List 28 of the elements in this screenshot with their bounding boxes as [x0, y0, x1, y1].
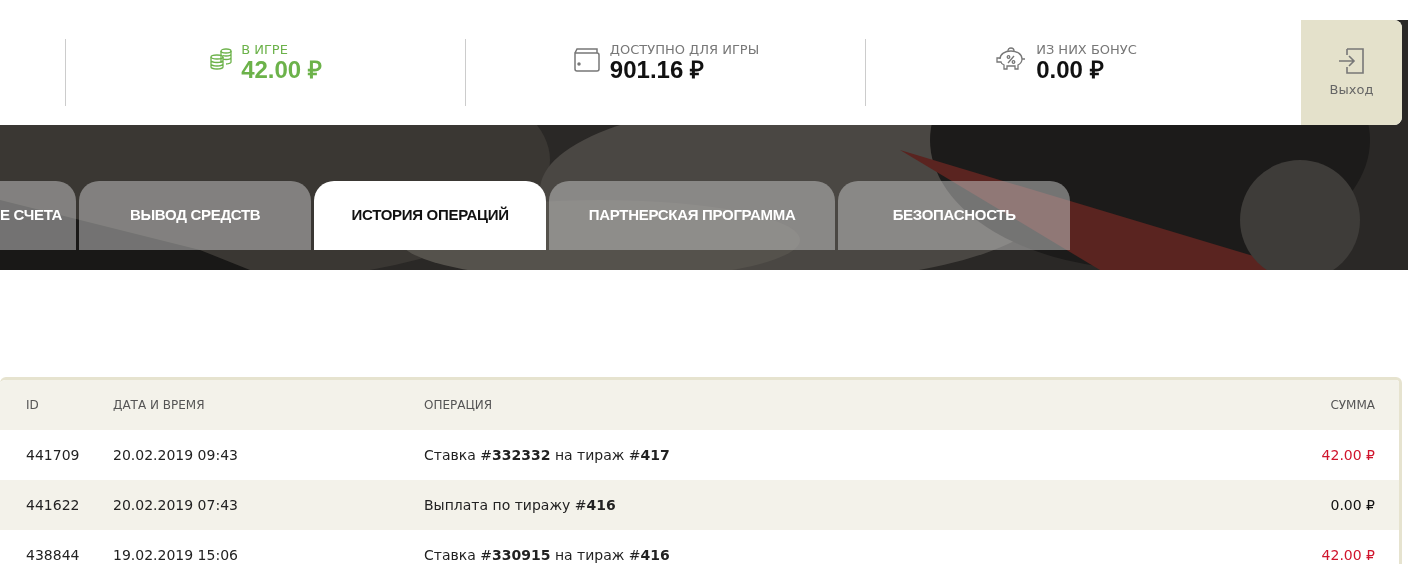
balance-label: ИЗ НИХ БОНУС — [1036, 43, 1137, 58]
table-cell-text: 19.02.2019 15:06 — [113, 545, 239, 564]
table-cell-text: Ставка #332332 на тираж #417 — [424, 445, 671, 465]
table-cell-text: 438844 — [25, 545, 81, 564]
tab[interactable]: ИСТОРИЯ ОПЕРАЦИЙ — [314, 181, 547, 250]
table-cell-text: 42.00 ₽ — [1320, 445, 1376, 465]
table-cell-text: 20.02.2019 09:43 — [113, 445, 239, 465]
column-header: ОПЕРАЦИЯ — [424, 397, 494, 414]
table-cell-text: 42.00 ₽ — [1320, 545, 1376, 564]
column-header: ID — [25, 397, 40, 414]
balance-amount: 42.00 ₽ — [241, 57, 322, 84]
table-cell-text: Ставка #330915 на тираж #416 — [424, 545, 671, 564]
column-header: СУММА — [1329, 397, 1376, 414]
tab[interactable]: ПАРТНЕРСКАЯ ПРОГРАММА — [549, 181, 836, 250]
tab[interactable]: ВЫВОД СРЕДСТВ — [79, 181, 312, 250]
logout-button[interactable]: Выход — [1301, 20, 1402, 125]
table-cell-text: 441622 — [25, 495, 81, 515]
table-cell-text: Выплата по тиражу #416 — [424, 495, 617, 515]
balance-label: ДОСТУПНО ДЛЯ ИГРЫ — [609, 43, 760, 58]
table-cell-text: 441709 — [25, 445, 81, 465]
tab[interactable]: Е СЧЕТА — [0, 181, 77, 250]
balance-label: В ИГРЕ — [241, 43, 289, 58]
balance-amount: 0.00 ₽ — [1036, 57, 1105, 84]
table-cell-text: 0.00 ₽ — [1329, 495, 1376, 515]
balance-amount: 901.16 ₽ — [609, 57, 705, 84]
tab[interactable]: БЕЗОПАСНОСТЬ — [838, 181, 1071, 250]
column-header: ДАТА И ВРЕМЯ — [113, 397, 206, 414]
table-cell-text: 20.02.2019 07:43 — [113, 495, 239, 515]
